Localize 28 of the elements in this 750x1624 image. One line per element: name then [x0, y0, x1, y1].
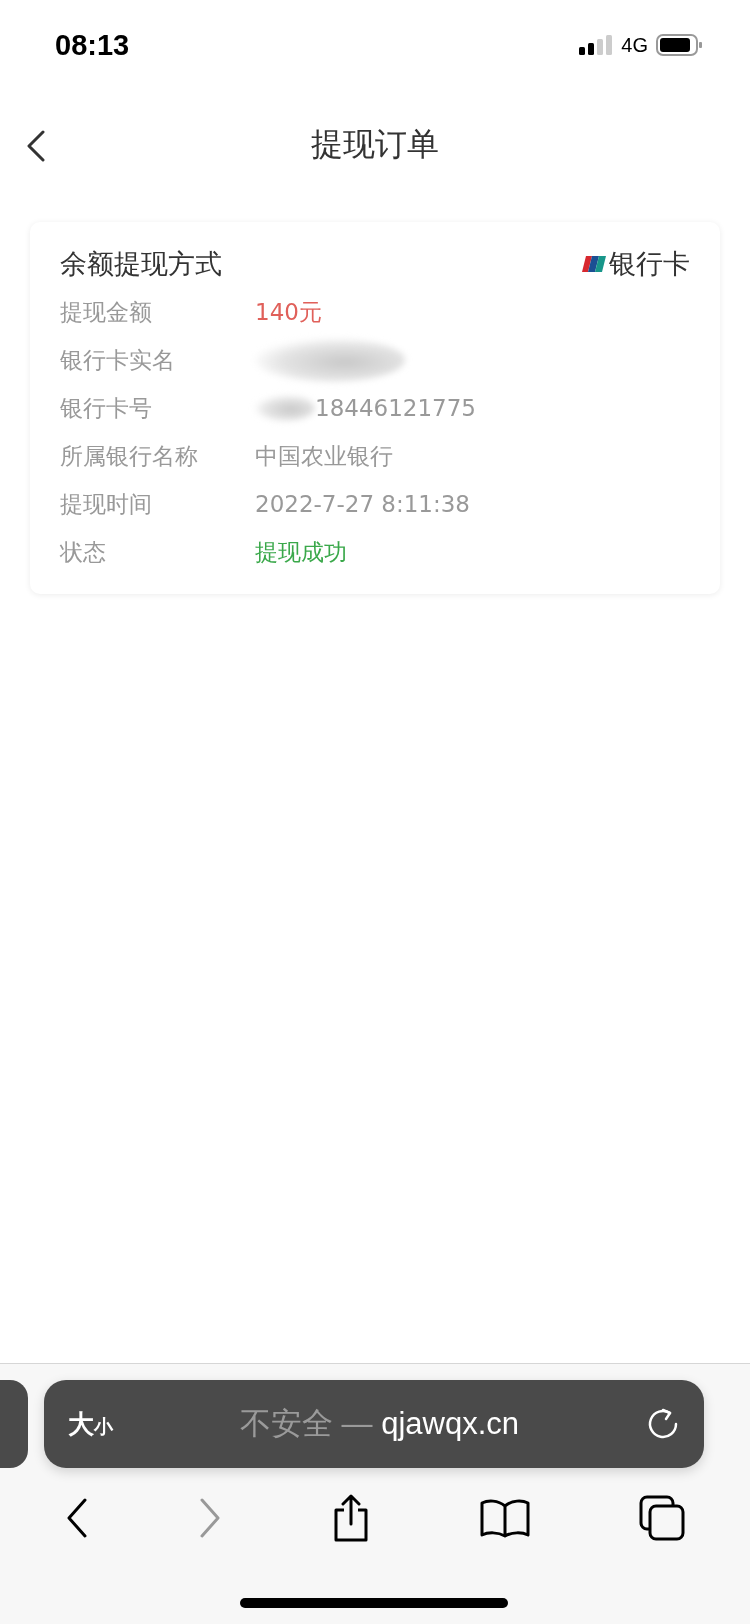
page-title: 提现订单 [311, 124, 439, 165]
status-time: 08:13 [55, 28, 130, 62]
status-value: 提现成功 [255, 537, 347, 567]
network-label: 4G [621, 33, 648, 57]
field-label: 提现时间 [60, 489, 153, 519]
field-label: 提现金额 [60, 297, 153, 327]
address-bar[interactable]: 大小 不安全 — qjawqx.cn [44, 1380, 704, 1468]
tabs-icon[interactable] [639, 1495, 686, 1541]
tab-preview[interactable] [0, 1380, 28, 1468]
battery-icon [656, 34, 702, 56]
field-label: 银行卡实名 [60, 345, 176, 375]
book-icon[interactable] [480, 1498, 531, 1538]
payment-method: 银行卡 [609, 247, 690, 281]
field-value: 中国农业银行 [255, 441, 393, 471]
back-icon[interactable] [26, 130, 46, 162]
signal-icon [579, 35, 614, 55]
url-text: 不安全 — qjawqx.cn [238, 1405, 521, 1443]
blur-smear [255, 395, 315, 421]
reload-icon[interactable] [646, 1407, 680, 1441]
card-logo-icon [581, 255, 607, 273]
section-title: 余额提现方式 [60, 247, 222, 281]
field-value: 2022-7-27 8:11:38 [255, 491, 470, 517]
text-size-button[interactable]: 大小 [68, 1406, 113, 1442]
field-label: 状态 [60, 537, 107, 567]
amount-value: 140元 [255, 297, 322, 327]
field-label: 银行卡号 [60, 393, 153, 423]
field-label: 所属银行名称 [60, 441, 199, 471]
field-value: 18446121775 [315, 395, 476, 421]
